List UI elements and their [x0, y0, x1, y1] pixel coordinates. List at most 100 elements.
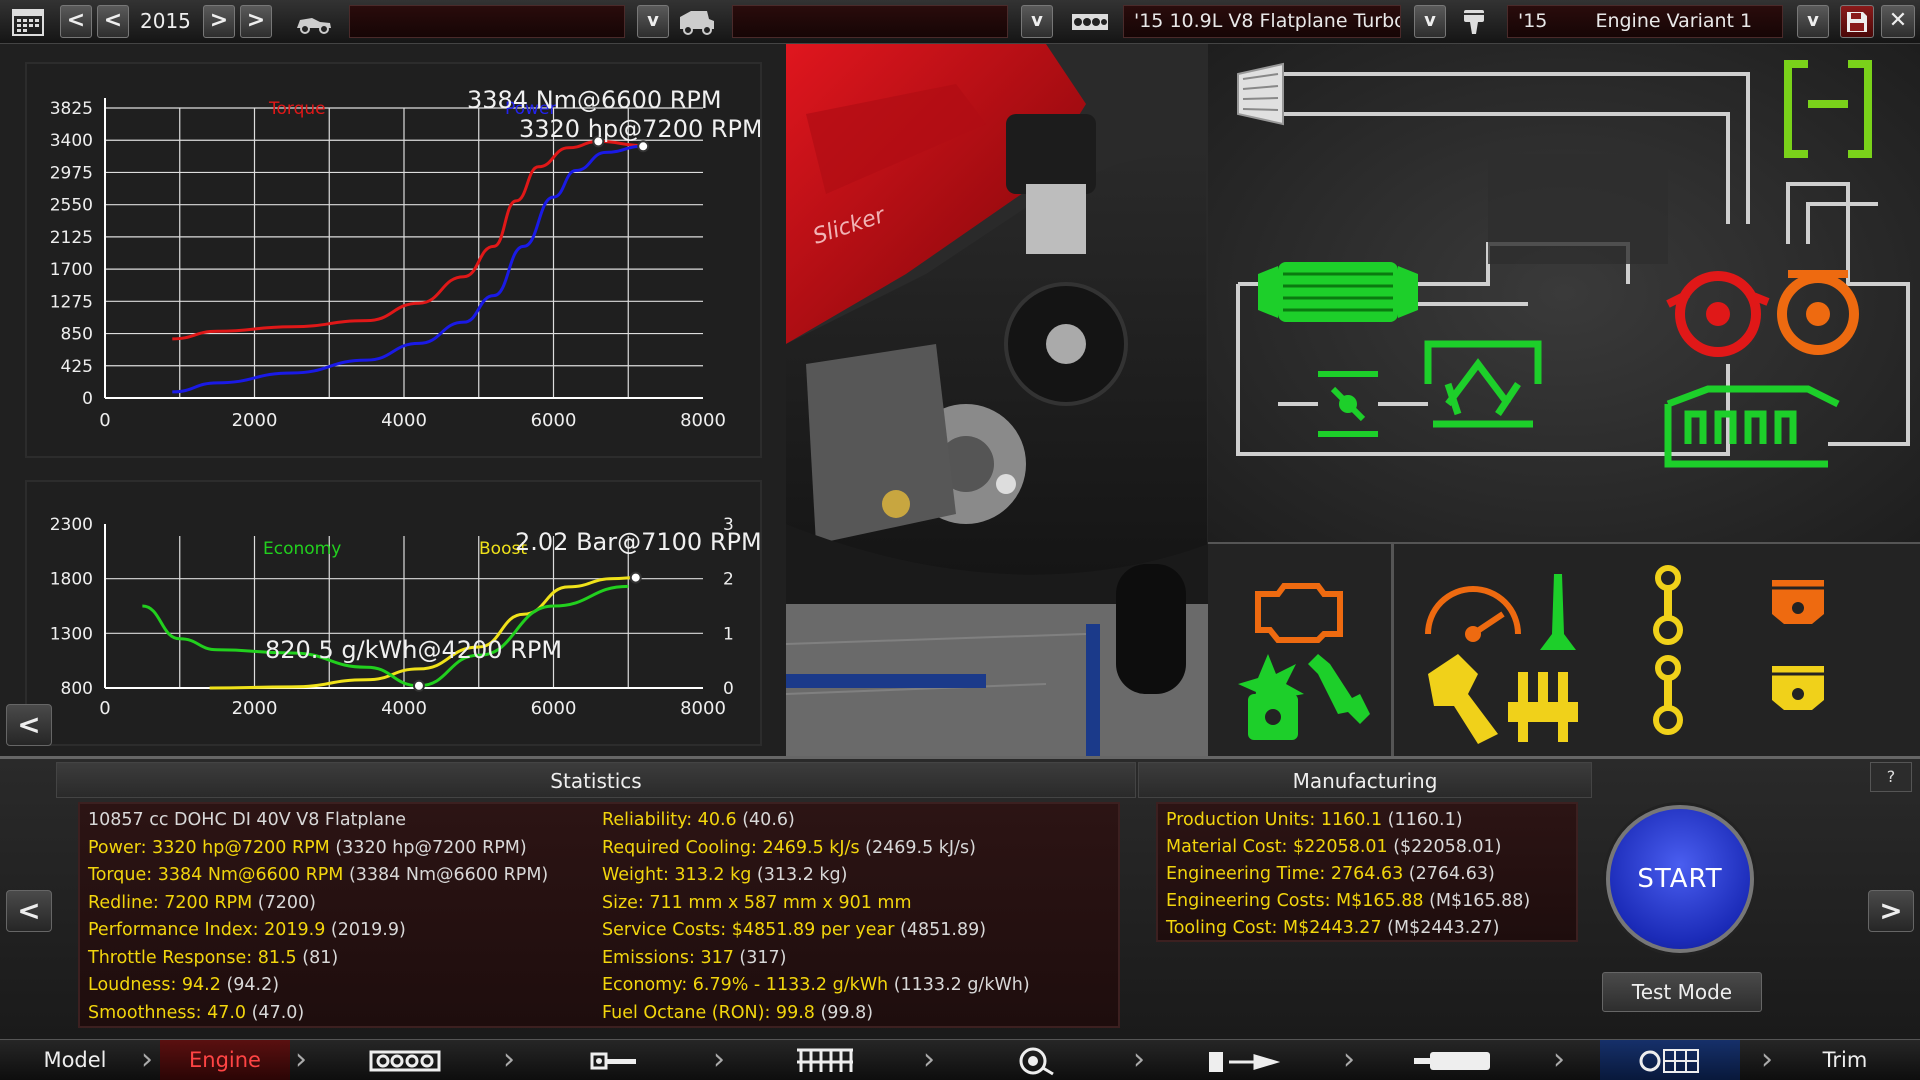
stat-previous-value: (317) [733, 947, 787, 968]
year-prev-button[interactable]: < [97, 5, 129, 38]
x-tick-label: 4000 [381, 410, 427, 431]
help-button[interactable]: ? [1870, 762, 1912, 792]
engine-3d-view[interactable]: Slicker [786, 44, 1208, 756]
top-toolbar: < < 2015 > > v v '15 10.9L V8 Flatplane … [0, 0, 1920, 44]
stat-line: Engineering Time: 2764.63 (2764.63) [1166, 864, 1495, 884]
connecting-rod-icon[interactable] [1653, 565, 1683, 645]
piston-orange-icon[interactable] [1772, 580, 1824, 624]
stat-previous-value: (94.2) [220, 975, 280, 995]
stat-previous-value: (313.2 kg) [751, 865, 848, 885]
engine-damage-icon[interactable] [1238, 654, 1304, 740]
graph-collapse-button[interactable]: < [6, 704, 52, 746]
stat-line: Reliability: 40.6 (40.6) [602, 810, 795, 830]
x-tick-label: 6000 [531, 410, 577, 431]
nav-chevron-icon: › [1553, 1042, 1565, 1077]
stat-previous-value: (47.0) [246, 1002, 305, 1023]
year-prev-far-button[interactable]: < [60, 5, 92, 38]
intake-manifold-icon[interactable] [1424, 340, 1542, 428]
stat-line: Production Units: 1160.1 (1160.1) [1166, 810, 1463, 830]
x-tick-label: 6000 [531, 698, 577, 719]
stat-previous-value: (81) [296, 947, 339, 968]
economy-boost-svg: 23001800130080032100 2000 4000 6000 8000Econ… [50, 515, 762, 719]
nav-chevron-icon: › [1343, 1042, 1355, 1077]
car-model-select[interactable] [349, 5, 625, 38]
economy-boost-chart: 2300 1800 1300 800 3 2 1 0 0 2000 4000 6000 8000 Econ… [25, 480, 762, 746]
stat-previous-value: (1160.1) [1382, 810, 1463, 830]
piston-yellow-icon[interactable] [1772, 666, 1824, 710]
spark-plug-icon[interactable] [1308, 654, 1370, 724]
nav-chevron-icon: › [713, 1042, 725, 1077]
stats-prev-button[interactable]: < [6, 890, 52, 932]
intercooler-icon[interactable] [1258, 262, 1418, 322]
stat-value: Reliability: 40.6 [602, 810, 737, 830]
turbo-cold-side-icon[interactable] [1777, 270, 1859, 355]
power-peak-label: 3320 hp@7200 RPM [519, 115, 760, 143]
close-icon[interactable]: ✕ [1881, 5, 1915, 38]
air-filter-icon[interactable] [1237, 62, 1284, 126]
intake-runner-icon[interactable] [1540, 574, 1576, 650]
exhaust-outlet-icon[interactable] [1784, 60, 1872, 158]
y-tick-label: 850 [61, 325, 93, 345]
car-trim-select[interactable] [732, 5, 1008, 38]
engine-variant-select[interactable]: '15 Engine Variant 1 [1507, 5, 1783, 38]
nav-turbo-icon[interactable] [970, 1040, 1100, 1080]
y2-tick-label: 2 [723, 570, 734, 590]
nav-chevron-icon: › [503, 1042, 515, 1077]
nav-test-bench-icon[interactable] [1600, 1040, 1740, 1080]
stat-line: Loudness: 94.2 (94.2) [88, 975, 279, 995]
stat-value: Size: 711 mm x 587 mm x 901 mm [602, 892, 912, 913]
nav-model[interactable]: Model [20, 1040, 130, 1080]
engine-schematic [1208, 44, 1920, 542]
stat-value: Engineering Time: 2764.63 [1166, 864, 1404, 884]
manifold-icon[interactable] [1508, 672, 1578, 742]
y-tick-label: 800 [61, 679, 93, 699]
x-tick-label: 0 [99, 410, 110, 431]
nav-chevron-icon: › [923, 1042, 935, 1077]
gauge-icon[interactable] [1425, 586, 1521, 642]
van-icon [675, 5, 719, 38]
start-button[interactable]: START [1606, 805, 1754, 953]
power-torque-chart: 3825 3400 2975 2550 2125 1700 1275 850 425 0 0 2000… [25, 62, 763, 458]
y-tick-label: 3400 [50, 131, 93, 151]
wrench-fist-icon[interactable] [1428, 654, 1498, 744]
x-tick-label: 0 [99, 698, 110, 719]
car-trim-dropdown[interactable]: v [1021, 5, 1053, 38]
stat-value: Smoothness: 47.0 [88, 1002, 247, 1023]
stat-previous-value: (1133.2 g/kWh) [888, 975, 1030, 995]
engine-family-dropdown[interactable]: v [1414, 5, 1446, 38]
nav-fuel-icon[interactable] [1180, 1040, 1310, 1080]
stat-previous-value: (3384 Nm@6600 RPM) [343, 865, 549, 885]
connecting-rod-2-icon[interactable] [1653, 655, 1683, 735]
stat-line: 10857 cc DOHC DI 40V V8 Flatplane [88, 810, 406, 830]
car-model-dropdown[interactable]: v [637, 5, 669, 38]
stat-previous-value: (3320 hp@7200 RPM) [329, 837, 527, 858]
stat-previous-value: (2764.63) [1403, 864, 1495, 884]
statistics-header: Statistics [56, 762, 1136, 798]
calendar-icon[interactable] [8, 5, 48, 38]
stat-value: Economy: 6.79% - 1133.2 g/kWh [602, 975, 889, 995]
turbo-hot-side-icon[interactable] [1666, 271, 1770, 357]
stat-previous-value: (40.6) [736, 810, 795, 830]
engine-variant-name: Engine Variant 1 [1595, 10, 1753, 32]
stat-previous-value: (M$2443.27) [1381, 918, 1500, 938]
year-next-button[interactable]: > [203, 5, 235, 38]
year-next-far-button[interactable]: > [240, 5, 272, 38]
y-tick-label: 3825 [50, 99, 93, 119]
nav-intake-icon[interactable] [760, 1040, 890, 1080]
check-engine-icon[interactable] [1255, 583, 1343, 643]
save-icon[interactable] [1840, 5, 1874, 38]
stat-line: Torque: 3384 Nm@6600 RPM (3384 Nm@6600 R… [88, 865, 548, 885]
engine-family-select[interactable]: '15 10.9L V8 Flatplane Turbo [1123, 5, 1401, 38]
nav-exhaust-icon[interactable] [1390, 1040, 1520, 1080]
throttle-body-icon[interactable] [1318, 371, 1378, 437]
nav-block-icon[interactable] [340, 1040, 470, 1080]
nav-trim[interactable]: Trim [1790, 1040, 1900, 1080]
stat-value: Material Cost: $22058.01 [1166, 837, 1388, 857]
engine-variant-dropdown[interactable]: v [1797, 5, 1829, 38]
nav-crankshaft-icon[interactable] [550, 1040, 680, 1080]
stats-next-button[interactable]: > [1868, 890, 1914, 932]
engine-block-icon [1068, 5, 1112, 38]
stat-previous-value: (M$165.88) [1423, 891, 1531, 911]
test-mode-button[interactable]: Test Mode [1602, 972, 1762, 1012]
nav-engine[interactable]: Engine [160, 1040, 290, 1080]
